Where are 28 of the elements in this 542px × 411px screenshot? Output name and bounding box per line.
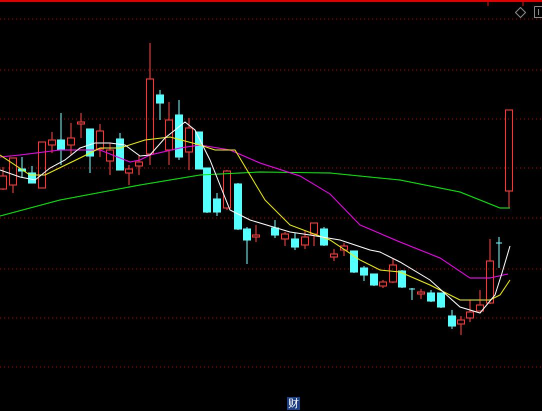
candlestick: [408, 288, 416, 300]
candlestick: [360, 266, 368, 282]
candlestick: [486, 238, 494, 304]
candlestick: [291, 232, 299, 250]
candlestick: [350, 250, 358, 274]
candlestick: [340, 242, 348, 256]
candlestick: [28, 166, 36, 184]
candlestick: [330, 248, 338, 262]
candlestick: [185, 118, 193, 170]
candlestick: [281, 232, 289, 246]
candlestick: [320, 226, 328, 246]
candlestick: [496, 236, 502, 268]
candlestick: [223, 170, 231, 210]
candlestick: [271, 220, 279, 238]
candlestick: [67, 122, 75, 156]
candlestick: [38, 142, 46, 188]
candlestick: [213, 192, 221, 216]
candlestick: [0, 166, 7, 190]
candlestick: [175, 100, 183, 160]
candlestick: [96, 124, 104, 158]
candlestick: [417, 288, 425, 300]
candlestick: [476, 290, 484, 312]
candlestick: [437, 292, 445, 308]
candlestick: [106, 142, 114, 176]
diamond-icon[interactable]: [515, 6, 526, 18]
candlestick: [135, 154, 143, 176]
bottom-tab[interactable]: 财: [287, 397, 300, 410]
candlestick: [427, 290, 435, 302]
